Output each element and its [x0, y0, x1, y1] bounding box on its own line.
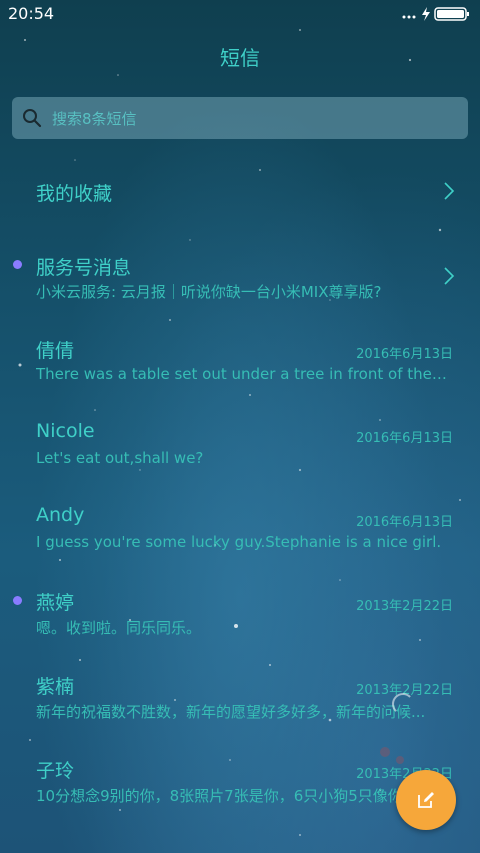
message-date: 2016年6月13日	[356, 347, 453, 362]
charging-icon	[422, 7, 430, 21]
signal-dots-icon	[402, 15, 416, 19]
message-date: 2016年6月13日	[356, 515, 453, 530]
message-preview: 10分想念9别的你，8张照片7张是你，6只小狗5只像你...	[36, 787, 418, 805]
unread-dot	[13, 260, 22, 269]
status-icons	[402, 7, 469, 21]
chevron-right-icon	[444, 267, 455, 285]
contact-name: 燕婷	[36, 592, 75, 614]
contact-name: 子玲	[36, 760, 75, 782]
unread-dot	[13, 596, 22, 605]
contact-name: 紫楠	[36, 676, 75, 698]
search-bar[interactable]: 搜索8条短信	[12, 97, 468, 139]
message-date: 2013年2月22日	[356, 599, 453, 614]
status-time: 20:54	[8, 4, 55, 23]
message-preview: Let's eat out,shall we?	[36, 449, 204, 467]
page-title: 短信	[220, 46, 260, 70]
contact-name: Nicole	[36, 420, 95, 442]
favorites-row[interactable]: 我的收藏	[0, 150, 480, 230]
battery-icon	[434, 7, 469, 21]
message-preview: There was a table set out under a tree i…	[36, 365, 450, 383]
contact-name: 倩倩	[36, 340, 75, 362]
search-input[interactable]: 搜索8条短信	[52, 108, 137, 129]
service-messages-label: 服务号消息	[36, 257, 132, 279]
message-date: 2016年6月13日	[356, 431, 453, 446]
message-preview: I guess you're some lucky guy.Stephanie …	[36, 533, 442, 551]
service-messages-preview: 小米云服务: 云月报｜听说你缺一台小米MIX尊享版?	[36, 283, 382, 301]
conversation-row[interactable]: Andy 2016年6月13日 I guess you're some lucky …	[0, 486, 480, 566]
status-bar: 20:54	[0, 0, 480, 28]
search-icon	[23, 109, 42, 128]
chevron-right-icon	[444, 182, 455, 200]
service-messages-row[interactable]: 服务号消息 小米云服务: 云月报｜听说你缺一台小米MIX尊享版?	[0, 234, 480, 314]
message-preview: 嗯。收到啦。同乐同乐。	[36, 619, 202, 637]
conversation-row[interactable]: Nicole 2016年6月13日 Let's eat out,shall we?	[0, 402, 480, 482]
favorites-label: 我的收藏	[36, 183, 113, 205]
loading-spinner-icon	[392, 693, 414, 715]
message-preview: 新年的祝福数不胜数，新年的愿望好多好多，新年的问候...	[36, 703, 426, 721]
compose-button[interactable]	[396, 770, 456, 830]
conversation-row[interactable]: 倩倩 2016年6月13日 There was a table set out un…	[0, 318, 480, 398]
conversation-row[interactable]: 燕婷 2013年2月22日嗯。收到啦。同乐同乐。	[0, 570, 480, 650]
compose-icon	[418, 792, 434, 808]
contact-name: Andy	[36, 504, 85, 526]
